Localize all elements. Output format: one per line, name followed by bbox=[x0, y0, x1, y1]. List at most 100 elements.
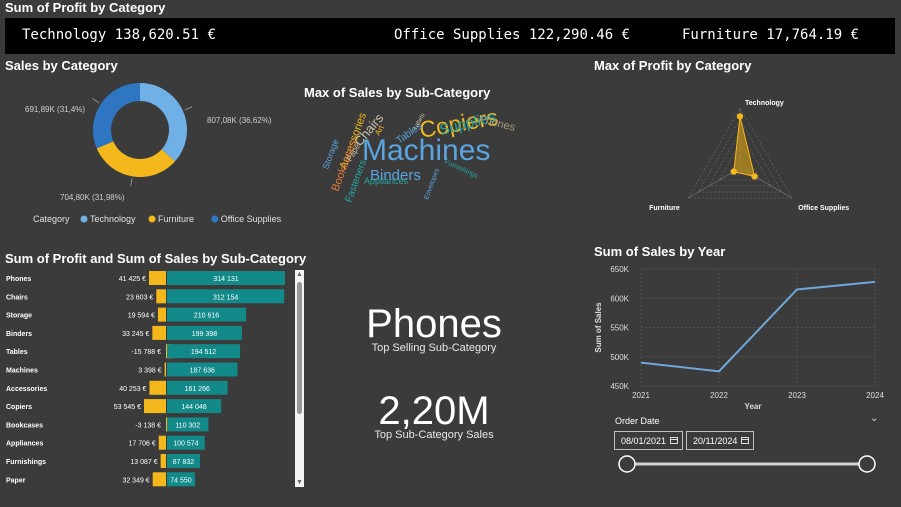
wordcloud-title: Max of Sales by Sub-Category bbox=[304, 85, 491, 100]
profit-data-label: 40 253 € bbox=[119, 386, 146, 393]
card-label: Top Sub-Category Sales bbox=[374, 429, 494, 441]
profit-data-label: 32 349 € bbox=[122, 477, 149, 484]
profit-bar bbox=[157, 307, 166, 322]
category-label: Tables bbox=[6, 349, 28, 356]
profit-bar bbox=[148, 271, 166, 285]
profit-bar bbox=[144, 399, 166, 414]
profit-data-label: -15 788 € bbox=[131, 349, 161, 356]
wordcloud-word: Envelopes bbox=[423, 167, 441, 201]
calendar-icon[interactable] bbox=[741, 437, 749, 444]
radar-area bbox=[733, 116, 756, 178]
profit-bar bbox=[152, 472, 166, 487]
radar-point bbox=[730, 168, 737, 175]
legend-marker bbox=[211, 215, 219, 223]
x-tick-label: 2023 bbox=[788, 391, 806, 400]
end-date-input[interactable]: 20/11/2024 bbox=[686, 431, 754, 450]
category-label: Phones bbox=[6, 276, 31, 283]
sales-data-label: 110 302 bbox=[175, 422, 200, 429]
kpi-value: 138,620.51 € bbox=[114, 27, 216, 43]
radar-axis-label: Technology bbox=[745, 100, 784, 107]
slice-data-label: 704,80K (31,98%) bbox=[60, 193, 125, 202]
scrollbar-thumb[interactable] bbox=[297, 282, 302, 414]
date-range-slider[interactable] bbox=[612, 452, 882, 476]
wordcloud-chart[interactable]: MachinesCopiersBindersSuppliesPhonesChai… bbox=[300, 100, 540, 210]
x-tick-label: 2024 bbox=[866, 391, 884, 400]
start-date-input[interactable]: 08/01/2021 bbox=[614, 431, 683, 450]
sales-data-label: 144 048 bbox=[181, 404, 206, 411]
bar-chart-scrollbar[interactable]: ▲ ▼ bbox=[295, 270, 304, 487]
radar-title: Max of Profit by Category bbox=[594, 58, 752, 73]
donut-chart[interactable]: 807,08K (36,62%) 704,80K (31,98%) 691,89K … bbox=[0, 74, 300, 234]
profit-data-label: 17 706 € bbox=[128, 441, 155, 448]
calendar-icon[interactable] bbox=[670, 437, 678, 444]
category-label: Chairs bbox=[6, 294, 28, 301]
card-value: Phones bbox=[366, 302, 502, 346]
kpi-furniture: Furniture 17,764.19 € bbox=[682, 27, 859, 43]
profit-bar bbox=[164, 362, 166, 377]
scroll-down-icon[interactable]: ▼ bbox=[295, 478, 304, 487]
slice-data-label: 807,08K (36,62%) bbox=[207, 116, 272, 125]
sales-data-label: 87 832 bbox=[173, 459, 195, 466]
sales-data-label: 210 616 bbox=[194, 313, 219, 320]
profit-data-label: 3 398 € bbox=[138, 368, 161, 375]
y-axis-title: Sum of Sales bbox=[594, 302, 603, 353]
profit-bar bbox=[152, 325, 166, 340]
kpi-technology: Technology 138,620.51 € bbox=[22, 27, 216, 43]
x-tick-label: 2022 bbox=[710, 391, 728, 400]
profit-data-label: 33 245 € bbox=[122, 331, 149, 338]
kpi-label: Technology bbox=[22, 27, 107, 43]
slider-start-handle[interactable] bbox=[618, 455, 636, 473]
legend-title: Category bbox=[33, 214, 70, 224]
radar-point bbox=[736, 113, 744, 120]
kpi-label: Furniture bbox=[682, 27, 758, 43]
donut-title: Sales by Category bbox=[5, 58, 118, 73]
y-tick-label: 650K bbox=[610, 265, 629, 274]
x-tick-label: 2021 bbox=[632, 391, 650, 400]
sales-line bbox=[640, 280, 876, 373]
kpi-value: 17,764.19 € bbox=[766, 27, 860, 43]
kpi-strip: Technology 138,620.51 € Office Supplies … bbox=[5, 18, 895, 54]
category-label: Machines bbox=[6, 368, 38, 375]
category-label: Accessories bbox=[6, 386, 47, 393]
slider-end-handle[interactable] bbox=[858, 455, 876, 473]
legend-marker bbox=[148, 215, 156, 223]
slice-data-label: 691,89K (31,4%) bbox=[25, 105, 85, 114]
y-tick-label: 550K bbox=[610, 324, 629, 333]
sales-data-label: 187 636 bbox=[190, 368, 215, 375]
profit-data-label: 41 425 € bbox=[119, 276, 146, 283]
category-label: Paper bbox=[6, 477, 26, 484]
sales-data-label: 74 550 bbox=[170, 477, 192, 484]
bar-chart[interactable]: Phones 41 425 € 314 131 Chairs 23 603 € 312 1… bbox=[0, 266, 300, 492]
profit-data-label: 23 603 € bbox=[126, 294, 153, 301]
profit-bar bbox=[158, 435, 166, 450]
donut-slice bbox=[96, 141, 176, 177]
scroll-up-icon[interactable]: ▲ bbox=[295, 270, 304, 279]
wordcloud-word: Appliances bbox=[364, 176, 409, 186]
radar-point bbox=[751, 173, 758, 180]
kpi-label: Office Supplies bbox=[394, 27, 521, 43]
sales-data-label: 161 266 bbox=[185, 386, 210, 393]
chevron-down-icon[interactable]: ⌄ bbox=[870, 413, 878, 424]
start-date-value: 08/01/2021 bbox=[621, 436, 667, 446]
sales-data-label: 194 512 bbox=[191, 349, 216, 356]
legend-entry: Furniture bbox=[158, 214, 194, 224]
category-label: Furnishings bbox=[6, 459, 46, 466]
category-label: Storage bbox=[6, 313, 32, 320]
sales-data-label: 199 398 bbox=[192, 331, 217, 338]
top-sales-card: 2,20M Top Sub-Category Sales bbox=[344, 389, 524, 441]
slice-leader-line bbox=[130, 178, 133, 187]
bars-title: Sum of Profit and Sum of Sales by Sub-Ca… bbox=[5, 251, 307, 266]
legend-entry: Technology bbox=[90, 214, 136, 224]
profit-data-label: 19 594 € bbox=[128, 313, 155, 320]
profit-data-label: -3 138 € bbox=[135, 422, 161, 429]
kpi-value: 122,290.46 € bbox=[528, 27, 631, 43]
radar-chart[interactable]: Technology Office Supplies Furniture bbox=[600, 72, 895, 222]
y-tick-label: 600K bbox=[610, 294, 629, 303]
y-tick-label: 500K bbox=[610, 353, 629, 362]
donut-slice bbox=[93, 83, 140, 149]
line-chart[interactable]: 450K 500K 550K 600K 650K 2021 2022 2023 2024 Year… bbox=[588, 260, 893, 412]
top-subcategory-card: Phones Top Selling Sub-Category bbox=[344, 302, 524, 354]
slice-leader-line bbox=[92, 98, 100, 104]
profit-bar bbox=[160, 454, 166, 468]
line-title: Sum of Sales by Year bbox=[594, 244, 726, 259]
